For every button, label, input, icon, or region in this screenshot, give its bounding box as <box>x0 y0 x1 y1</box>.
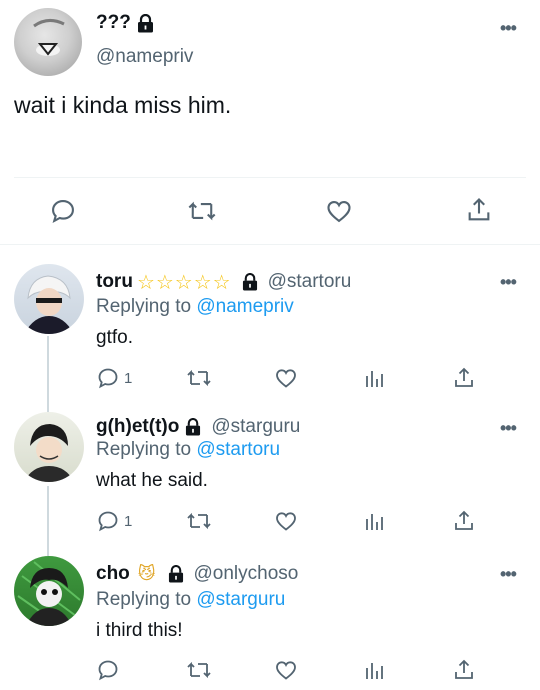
lock-icon <box>168 565 184 583</box>
main-tweet-handle[interactable]: @namepriv <box>96 46 193 68</box>
retweet-icon[interactable] <box>187 197 217 225</box>
reply-display-name[interactable]: toru <box>96 271 133 293</box>
reply-avatar[interactable] <box>14 556 84 626</box>
reply-count: 1 <box>124 369 133 387</box>
avatar-image <box>24 424 74 482</box>
lock-icon <box>242 273 258 291</box>
replying-to-prefix: Replying to <box>96 589 197 610</box>
replying-to: Replying to @startoru <box>96 439 280 461</box>
main-tweet-avatar[interactable] <box>14 8 82 76</box>
like-icon[interactable] <box>325 197 353 225</box>
divider <box>0 244 540 245</box>
share-icon[interactable] <box>465 196 493 224</box>
thread-line <box>47 486 49 556</box>
reply-display-name[interactable]: cho <box>96 563 130 585</box>
share-icon[interactable] <box>452 509 476 533</box>
retweet-icon[interactable] <box>186 658 212 682</box>
reply-icon <box>96 658 120 682</box>
main-tweet-display-name[interactable]: ??? <box>96 12 131 34</box>
retweet-icon[interactable] <box>186 366 212 390</box>
replying-to-prefix: Replying to <box>96 439 197 460</box>
reply-display-name[interactable]: g(h)et(t)o <box>96 416 179 438</box>
more-options-button[interactable]: ••• <box>500 564 517 585</box>
reply-handle[interactable]: @onlychoso <box>194 563 299 585</box>
replying-to-mention[interactable]: @starguru <box>196 589 285 610</box>
reply-button[interactable]: 1 <box>96 509 132 533</box>
divider <box>14 177 526 178</box>
reply-button[interactable]: 1 <box>96 366 132 390</box>
avatar-image <box>33 19 65 56</box>
replying-to: Replying to @starguru <box>96 589 285 611</box>
more-options-button[interactable]: ••• <box>500 272 517 293</box>
replying-to: Replying to @namepriv <box>96 296 294 318</box>
replying-to-mention[interactable]: @namepriv <box>196 296 293 317</box>
reply-icon[interactable] <box>49 197 77 225</box>
like-icon[interactable] <box>274 366 298 390</box>
share-icon[interactable] <box>452 366 476 390</box>
like-icon[interactable] <box>274 509 298 533</box>
reply-button[interactable] <box>96 658 124 682</box>
reply-icon <box>96 509 120 533</box>
avatar-image <box>17 561 81 626</box>
star-icon: ☆☆☆☆☆ <box>136 270 232 294</box>
retweet-icon[interactable] <box>186 509 212 533</box>
more-options-button[interactable]: ••• <box>500 18 517 39</box>
thread-line <box>47 336 49 412</box>
lock-icon <box>137 13 154 33</box>
lock-icon <box>185 418 201 436</box>
views-icon[interactable] <box>364 367 386 389</box>
main-tweet-text: wait i kinda miss him. <box>14 92 232 118</box>
reply-handle[interactable]: @starguru <box>211 416 300 438</box>
cat-emoji-icon: 😼 <box>137 564 156 584</box>
reply-icon <box>96 366 120 390</box>
reply-count: 1 <box>124 512 133 530</box>
replying-to-prefix: Replying to <box>96 296 197 317</box>
share-icon[interactable] <box>452 658 476 682</box>
like-icon[interactable] <box>274 658 298 682</box>
more-options-button[interactable]: ••• <box>500 418 517 439</box>
avatar-image <box>24 275 74 334</box>
views-icon[interactable] <box>364 659 386 681</box>
replying-to-mention[interactable]: @startoru <box>196 439 280 460</box>
views-icon[interactable] <box>364 510 386 532</box>
reply-avatar[interactable] <box>14 264 84 334</box>
reply-avatar[interactable] <box>14 412 84 482</box>
reply-text: i third this! <box>96 620 183 641</box>
reply-handle[interactable]: @startoru <box>268 271 352 293</box>
reply-text: what he said. <box>96 470 208 491</box>
reply-text: gtfo. <box>96 327 133 348</box>
